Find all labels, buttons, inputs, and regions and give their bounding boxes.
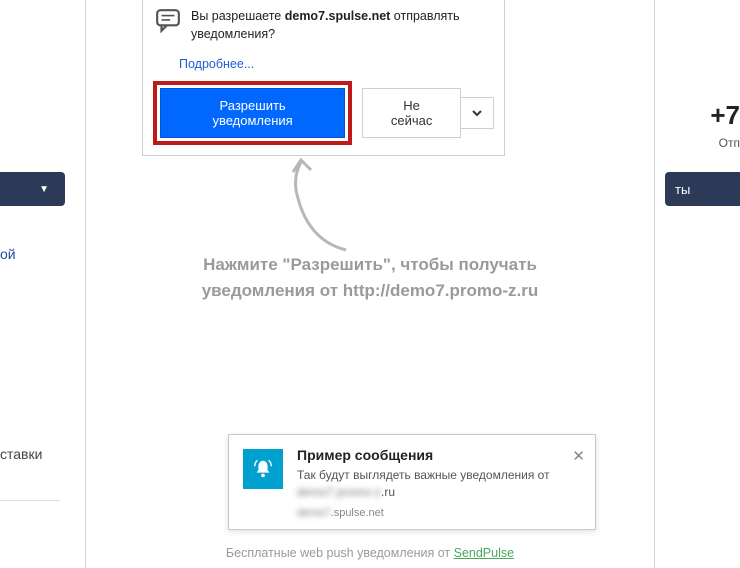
instruction-line-2: уведомления от http://demo7.promo-z.ru: [202, 281, 539, 300]
modal-panel: Вы разрешаете demo7.spulse.net отправлят…: [85, 0, 655, 568]
learn-more-link[interactable]: Подробнее...: [179, 57, 504, 71]
sample-desc: Так будут выглядеть важные уведомления о…: [297, 467, 567, 501]
permission-top: Вы разрешаете demo7.spulse.net отправлят…: [143, 0, 504, 51]
sample-domain-suffix: .ru: [381, 485, 395, 499]
not-now-dropdown[interactable]: [461, 97, 494, 129]
allow-button[interactable]: Разрешить уведомления: [160, 88, 345, 138]
chevron-down-icon: [471, 107, 483, 119]
permission-text: Вы разрешаете demo7.spulse.net отправлят…: [191, 8, 492, 43]
bell-icon: [243, 449, 283, 489]
blurred-text: demo7.promo-z: [297, 484, 381, 501]
bg-phone: +7: [710, 100, 740, 131]
background-left: ▼ ой ставки: [0, 0, 70, 568]
perm-domain: demo7.spulse.net: [285, 9, 391, 23]
instruction-line-1: Нажмите "Разрешить", чтобы получать: [203, 255, 537, 274]
sendpulse-link[interactable]: SendPulse: [454, 546, 514, 560]
bg-phone-sub: Отп: [719, 136, 740, 150]
permission-prompt: Вы разрешаете demo7.spulse.net отправлят…: [142, 0, 505, 156]
divider: [0, 500, 60, 501]
bg-left-text-1: ой: [0, 246, 16, 262]
sample-notification: Пример сообщения Так будут выглядеть важ…: [228, 434, 596, 530]
instruction-text: Нажмите "Разрешить", чтобы получать увед…: [86, 252, 654, 303]
footer-text: Бесплатные web push уведомления от: [226, 546, 454, 560]
blurred-text: demo7: [297, 507, 331, 519]
permission-buttons: Разрешить уведомления Не сейчас: [143, 71, 504, 155]
bg-left-dropdown[interactable]: ▼: [0, 172, 65, 206]
bg-left-text-2: ставки: [0, 446, 42, 462]
allow-highlight: Разрешить уведомления: [153, 81, 352, 145]
chat-bubble-icon: [155, 8, 181, 34]
close-icon[interactable]: ✕: [572, 447, 585, 465]
sample-push-domain: demo7.spulse.net: [297, 507, 567, 519]
not-now-button[interactable]: Не сейчас: [362, 88, 461, 138]
chevron-down-icon: ▼: [39, 184, 49, 195]
perm-q-prefix: Вы разрешаете: [191, 9, 285, 23]
footer: Бесплатные web push уведомления от SendP…: [86, 546, 654, 560]
arrow-illustration-icon: [266, 150, 376, 260]
bg-right-button[interactable]: ты: [665, 172, 740, 206]
sample-title: Пример сообщения: [297, 447, 567, 463]
bg-right-button-label: ты: [675, 182, 690, 197]
background-right: +7 Отп ты: [665, 0, 740, 568]
sample-body: Пример сообщения Так будут выглядеть важ…: [297, 447, 595, 519]
